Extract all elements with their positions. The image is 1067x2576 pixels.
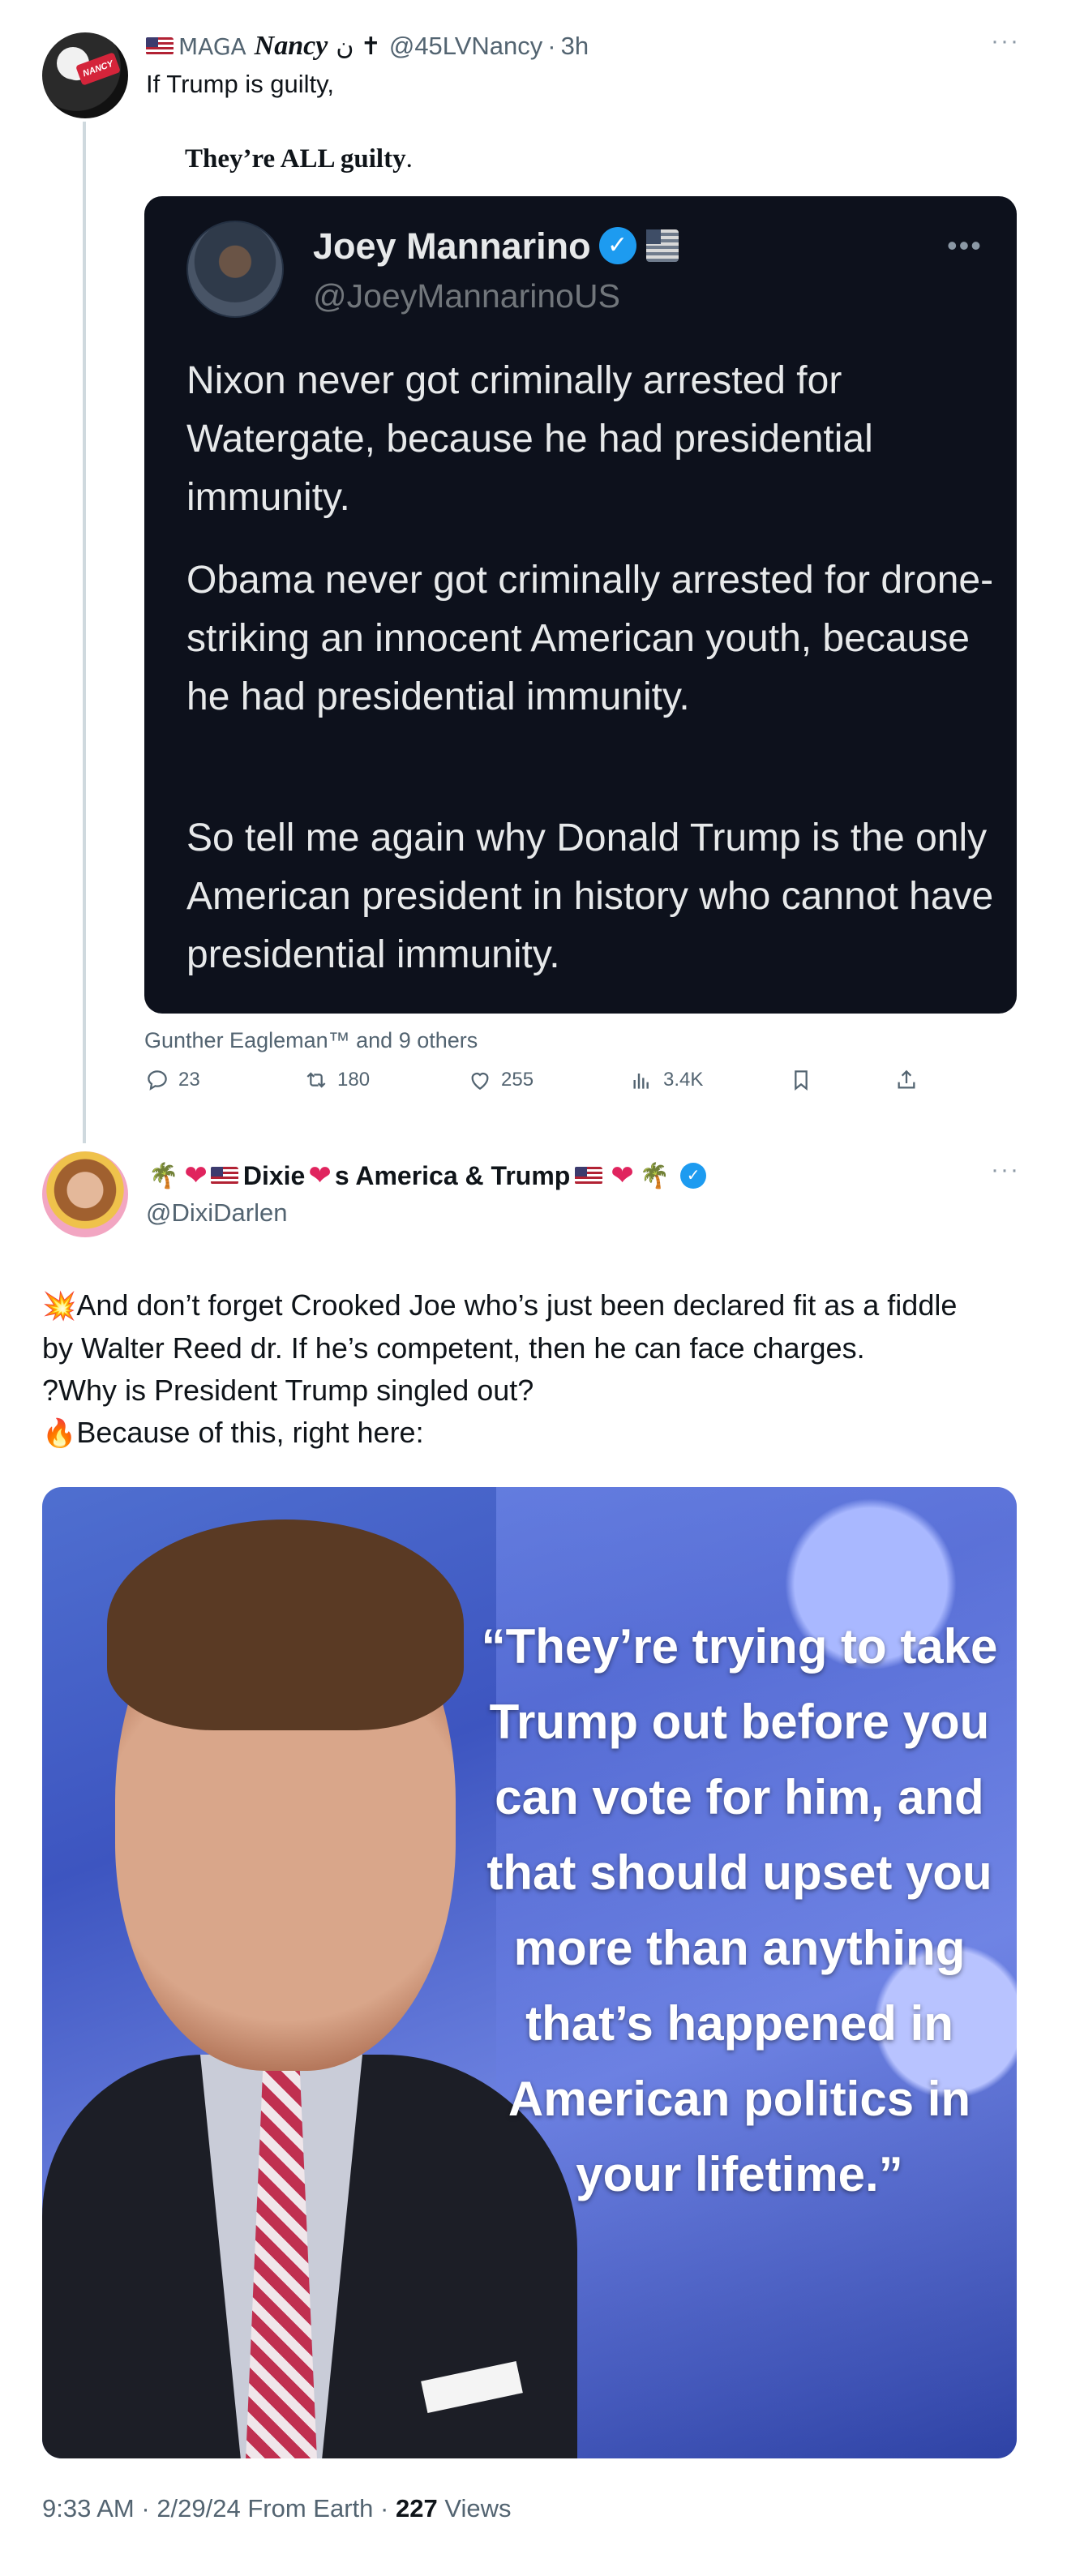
bookmark-icon — [795, 1070, 808, 1091]
views-label: Views — [444, 2494, 512, 2522]
tweet-header: MAGA Nancy ن ✝ @45LVNancy · 3h — [146, 31, 589, 62]
tweet-text: If Trump is guilty, — [146, 70, 334, 98]
palm-tree-icon: 🌴 — [148, 1162, 179, 1189]
user-handle[interactable]: @DixiDarlen — [146, 1198, 287, 1228]
action-bar: 23 180 255 3.4K — [144, 1067, 1004, 1103]
tweet-text-line: 💥And don’t forget Crooked Joe who’s just… — [42, 1284, 1031, 1327]
display-name-suffix: ن ✝ — [336, 32, 381, 60]
red-heart-icon: ❤ — [611, 1160, 634, 1191]
quoted-display-name: Joey Mannarino — [313, 225, 591, 267]
verified-badge-icon: ✓ — [598, 227, 636, 265]
analytics-icon — [633, 1074, 649, 1089]
embedded-screenshot-card[interactable]: Joey Mannarino ✓ @JoeyMannarinoUS ••• Nix… — [144, 196, 1017, 1014]
share-icon — [898, 1069, 915, 1089]
tweet-image[interactable]: “They’re trying to take Trump out before… — [42, 1487, 1017, 2458]
heart-icon — [471, 1072, 489, 1091]
repost-count: 180 — [337, 1069, 371, 1091]
reply-button[interactable]: 23 — [144, 1067, 200, 1093]
quoted-paragraph: Nixon never got criminally arrested for … — [186, 359, 873, 519]
more-options-icon[interactable]: ··· — [991, 28, 1020, 55]
display-name[interactable]: Nancy — [255, 31, 328, 62]
avatar[interactable] — [42, 1151, 128, 1237]
post-source: From Earth — [247, 2494, 374, 2522]
quoted-paragraph: So tell me again why Donald Trump is the… — [186, 817, 994, 976]
reply-icon — [148, 1070, 167, 1091]
views-button[interactable]: 3.4K — [629, 1067, 703, 1093]
reply-count: 23 — [178, 1069, 200, 1091]
tweet-text-line: 🔥Because of this, right here: — [42, 1412, 1031, 1455]
repost-button[interactable]: 180 — [303, 1067, 370, 1093]
us-flag-icon — [575, 1167, 603, 1185]
user-handle[interactable]: @45LVNancy — [389, 32, 542, 61]
verified-badge-icon: ✓ — [680, 1163, 707, 1189]
quoted-paragraph: Obama never got criminally arrested for … — [186, 559, 994, 718]
tweet-line-1: And don’t forget Crooked Joe who’s just … — [76, 1288, 958, 1322]
tweet-time[interactable]: 3h — [561, 32, 589, 61]
tweet-text: 💥And don’t forget Crooked Joe who’s just… — [42, 1284, 1031, 1455]
palm-tree-icon: 🌴 — [639, 1162, 671, 1189]
quoted-name-row: Joey Mannarino ✓ — [313, 225, 679, 268]
thread-line — [83, 122, 86, 1143]
tweet-footer: 9:33 AM · 2/29/24 From Earth · 227 Views — [42, 2494, 512, 2522]
display-name-rest[interactable]: s America & Trump — [335, 1161, 570, 1191]
post-date[interactable]: 2/29/24 — [156, 2494, 240, 2522]
bookmark-button[interactable] — [788, 1067, 822, 1093]
tweet-header: 🌴 ❤ Dixie ❤ s America & Trump ❤ 🌴 ✓ — [146, 1159, 707, 1192]
views-number: 227 — [395, 2494, 438, 2522]
tweet-subtext: They’re ALL guilty. — [185, 144, 413, 174]
us-flag-icon — [645, 229, 679, 263]
tweet-line-2: by Walter Reed dr. If he’s competent, th… — [42, 1331, 865, 1365]
separator-dot: · — [547, 32, 556, 60]
like-button[interactable]: 255 — [467, 1067, 534, 1093]
share-button[interactable] — [893, 1067, 928, 1093]
us-flag-icon — [146, 37, 174, 55]
quoted-avatar — [186, 221, 284, 318]
tweet-line-4: Because of this, right here: — [76, 1416, 424, 1449]
us-flag-icon — [210, 1167, 238, 1185]
liked-by-line[interactable]: Gunther Eagleman™ and 9 others — [144, 1028, 478, 1053]
more-options-icon[interactable]: ··· — [991, 1156, 1020, 1184]
tweet-line-3: ?Why is President Trump singled out? — [42, 1374, 534, 1407]
like-count: 255 — [501, 1069, 534, 1091]
post-time[interactable]: 9:33 AM — [42, 2494, 135, 2522]
image-hair — [107, 1519, 464, 1730]
views-count: 3.4K — [663, 1069, 704, 1091]
fire-icon: 🔥 — [42, 1418, 77, 1449]
quoted-handle: @JoeyMannarinoUS — [313, 277, 620, 315]
display-name-prefix[interactable]: MAGA — [178, 33, 246, 60]
repost-icon — [306, 1072, 326, 1088]
collision-icon: 💥 — [42, 1291, 77, 1322]
image-quote-text: “They’re trying to take Trump out before… — [481, 1619, 998, 2201]
display-name-lead[interactable]: Dixie — [243, 1161, 305, 1191]
tweet-subtext-end: . — [405, 144, 413, 174]
tweet-subtext-bold: They’re ALL guilty — [185, 144, 406, 174]
red-heart-icon: ❤ — [308, 1160, 332, 1191]
red-heart-icon: ❤ — [184, 1160, 208, 1191]
quoted-more-icon: ••• — [947, 229, 983, 262]
avatar[interactable]: NANCY — [42, 32, 128, 118]
